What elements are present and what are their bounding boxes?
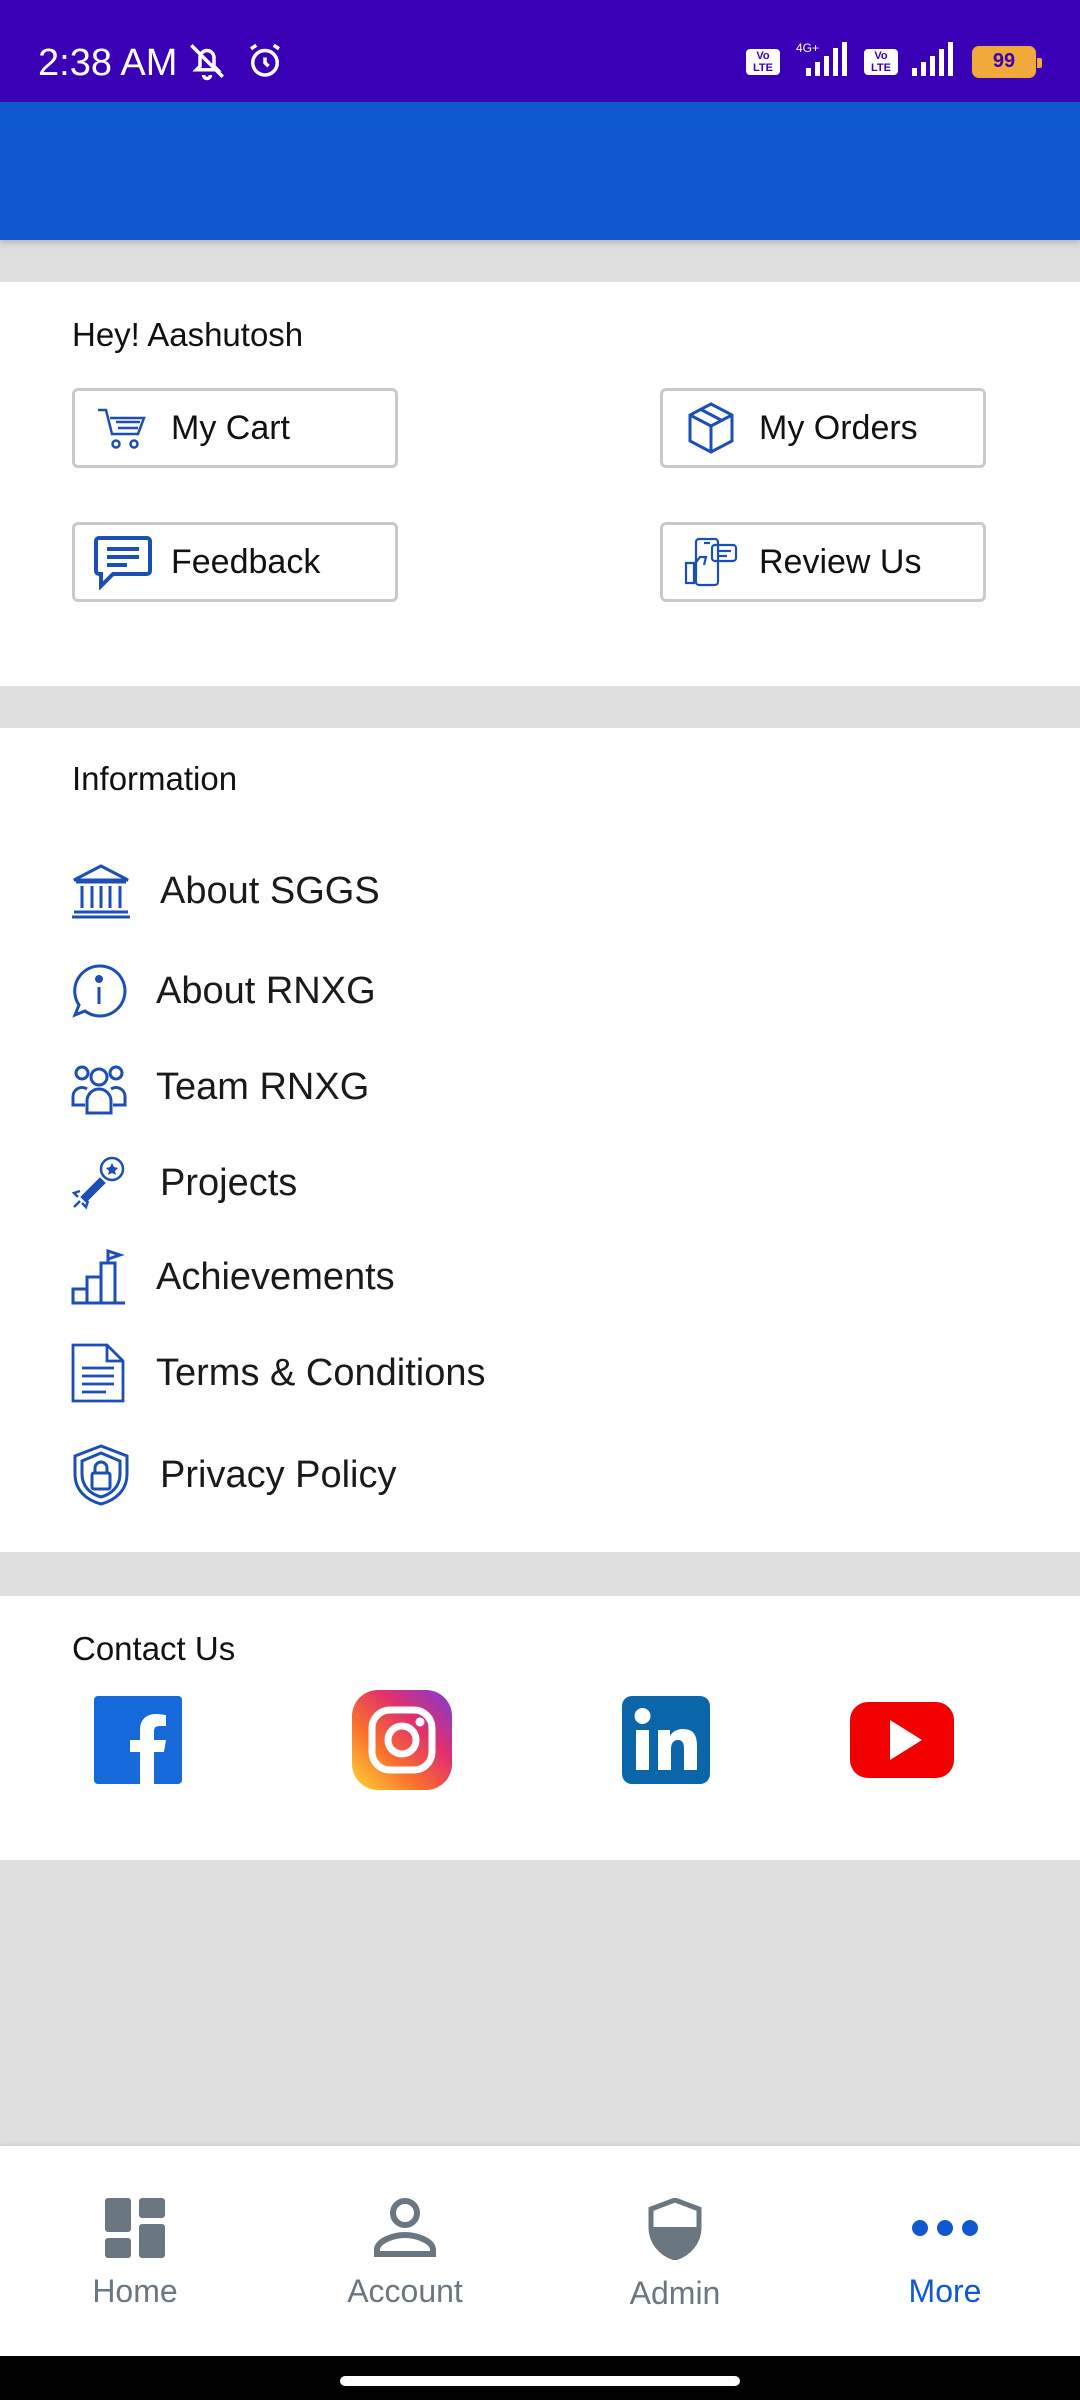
more-dots-icon [910, 2198, 980, 2263]
information-card: Information About SGGS About RNXG Team R… [0, 728, 1080, 1552]
info-item-label: Terms & Conditions [156, 1351, 486, 1394]
info-item-privacy[interactable]: Privacy Policy [70, 1440, 397, 1510]
team-icon [70, 1059, 140, 1115]
linkedin-icon[interactable] [614, 1688, 718, 1792]
rocket-icon [70, 1155, 140, 1211]
bottom-navigation: Home Account Admin More [0, 2146, 1080, 2356]
volte-icon: Vo LTE [746, 48, 780, 75]
info-item-label: Team RNXG [156, 1065, 370, 1108]
info-item-label: Achievements [156, 1255, 395, 1298]
info-item-projects[interactable]: Projects [70, 1148, 297, 1218]
volte-icon-2: Vo LTE [864, 48, 898, 75]
info-icon [70, 962, 140, 1020]
person-icon [371, 2198, 439, 2263]
mute-icon [186, 40, 228, 87]
review-icon [663, 533, 759, 591]
info-item-label: About RNXG [156, 969, 376, 1012]
podium-icon [70, 1249, 140, 1305]
home-indicator[interactable] [340, 2376, 740, 2386]
info-item-terms[interactable]: Terms & Conditions [70, 1338, 485, 1408]
app-bar [0, 102, 1080, 240]
info-item-label: Projects [160, 1161, 298, 1204]
shield-icon [647, 2197, 703, 2265]
feedback-label: Feedback [171, 542, 321, 581]
my-cart-button[interactable]: My Cart [72, 388, 398, 468]
nav-label: More [908, 2273, 982, 2309]
info-item-label: Privacy Policy [160, 1453, 397, 1496]
alarm-icon [244, 40, 286, 87]
review-us-label: Review Us [759, 542, 922, 581]
contact-card: Contact Us [0, 1596, 1080, 1860]
nav-item-admin[interactable]: Admin [540, 2146, 810, 2356]
nav-label: Account [347, 2273, 463, 2309]
instagram-icon[interactable] [350, 1688, 454, 1792]
quick-actions-card: Hey! Aashutosh My Cart My Orders Feedbac… [0, 282, 1080, 686]
shield-lock-icon [70, 1443, 140, 1507]
my-orders-label: My Orders [759, 408, 918, 447]
facebook-icon[interactable] [86, 1688, 190, 1792]
gesture-bar [0, 2356, 1080, 2400]
feedback-button[interactable]: Feedback [72, 522, 398, 602]
cart-icon [75, 406, 171, 450]
info-item-about-sggs[interactable]: About SGGS [70, 856, 380, 926]
network-type: 4G+ [796, 41, 819, 55]
nav-item-account[interactable]: Account [270, 2146, 540, 2356]
nav-item-home[interactable]: Home [0, 2146, 270, 2356]
document-icon [70, 1342, 140, 1404]
box-icon [663, 401, 759, 455]
info-item-label: About SGGS [160, 869, 380, 912]
info-item-team-rnxg[interactable]: Team RNXG [70, 1052, 369, 1122]
signal-icon-2 [910, 42, 960, 81]
signal-icon: 4G+ [792, 40, 852, 83]
info-item-about-rnxg[interactable]: About RNXG [70, 956, 376, 1026]
dashboard-icon [103, 2198, 167, 2263]
nav-label: Home [92, 2273, 178, 2309]
status-bar: 2:38 AM Vo LTE 4G+ Vo LTE 99 [0, 0, 1080, 102]
status-time: 2:38 AM [38, 42, 178, 84]
my-cart-label: My Cart [171, 408, 290, 447]
nav-item-more[interactable]: More [810, 2146, 1080, 2356]
battery-icon: 99 [972, 45, 1042, 78]
greeting-text: Hey! Aashutosh [72, 316, 304, 353]
information-title: Information [72, 760, 238, 797]
info-item-achievements[interactable]: Achievements [70, 1242, 395, 1312]
my-orders-button[interactable]: My Orders [660, 388, 986, 468]
nav-label: Admin [629, 2275, 721, 2311]
institution-icon [70, 862, 140, 920]
contact-title: Contact Us [72, 1630, 236, 1667]
chat-icon [75, 534, 171, 590]
review-us-button[interactable]: Review Us [660, 522, 986, 602]
youtube-icon[interactable] [850, 1688, 954, 1792]
